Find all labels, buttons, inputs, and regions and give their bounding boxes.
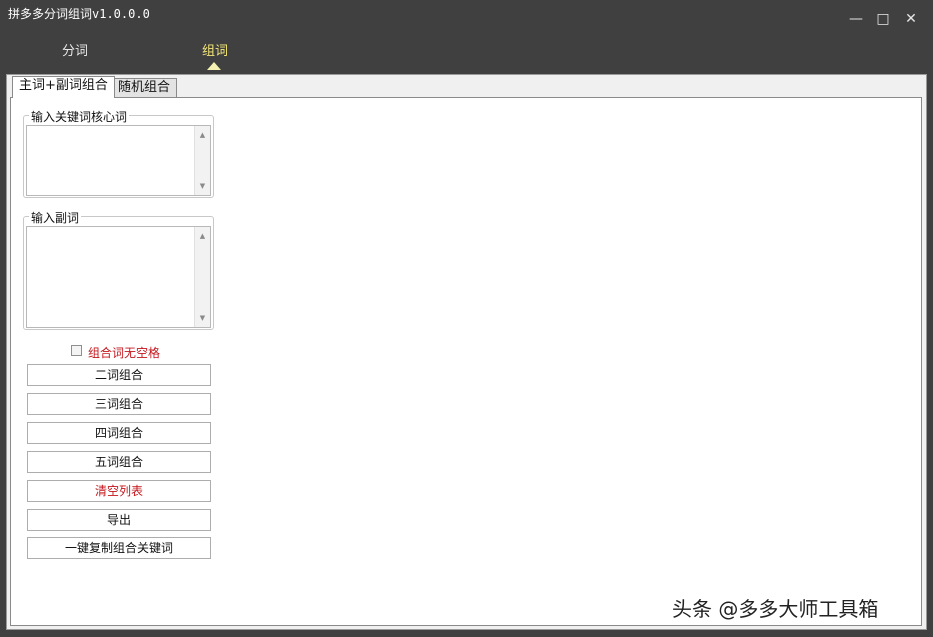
scroll-down-icon[interactable]: ▼	[195, 313, 210, 323]
scroll-up-icon[interactable]: ▲	[195, 231, 210, 241]
four-word-combine-button[interactable]: 四词组合	[27, 422, 211, 444]
secondary-scrollbar[interactable]: ▲ ▼	[194, 227, 210, 327]
close-button[interactable]: ✕	[902, 10, 920, 28]
scroll-up-icon[interactable]: ▲	[195, 130, 210, 140]
keyword-core-scrollbar[interactable]: ▲ ▼	[194, 126, 210, 195]
copy-all-keywords-button[interactable]: 一键复制组合关键词	[27, 537, 211, 559]
maximize-button[interactable]: □	[874, 10, 892, 28]
keyword-core-legend: 输入关键词核心词	[29, 108, 129, 125]
active-tab-indicator	[207, 62, 221, 70]
no-space-label: 组合词无空格	[88, 344, 160, 361]
title-bar: 拼多多分词组词v1.0.0.0 — □ ✕ 分词 组词	[0, 0, 933, 74]
subtab-main-secondary[interactable]: 主词+副词组合	[12, 76, 115, 98]
secondary-group: 输入副词 ▲ ▼	[23, 216, 214, 330]
export-button[interactable]: 导出	[27, 509, 211, 531]
main-content: 主词+副词组合 随机组合 输入关键词核心词 ▲ ▼ 输入副词 ▲ ▼	[6, 74, 927, 630]
secondary-legend: 输入副词	[29, 209, 81, 226]
nav-tab-combine[interactable]: 组词	[202, 40, 228, 59]
tab-panel: 输入关键词核心词 ▲ ▼ 输入副词 ▲ ▼ 组合词无空格 二	[10, 97, 922, 626]
nav-tab-segment[interactable]: 分词	[62, 40, 88, 59]
scroll-down-icon[interactable]: ▼	[195, 181, 210, 191]
no-space-checkbox[interactable]	[71, 345, 82, 356]
subtab-random[interactable]: 随机组合	[111, 78, 177, 98]
watermark: 头条 @多多大师工具箱	[672, 593, 878, 622]
secondary-input[interactable]: ▲ ▼	[26, 226, 211, 328]
app-title: 拼多多分词组词v1.0.0.0	[8, 5, 150, 22]
minimize-button[interactable]: —	[847, 10, 865, 28]
two-word-combine-button[interactable]: 二词组合	[27, 364, 211, 386]
clear-list-button[interactable]: 清空列表	[27, 480, 211, 502]
three-word-combine-button[interactable]: 三词组合	[27, 393, 211, 415]
keyword-core-input[interactable]: ▲ ▼	[26, 125, 211, 196]
keyword-core-group: 输入关键词核心词 ▲ ▼	[23, 115, 214, 198]
five-word-combine-button[interactable]: 五词组合	[27, 451, 211, 473]
